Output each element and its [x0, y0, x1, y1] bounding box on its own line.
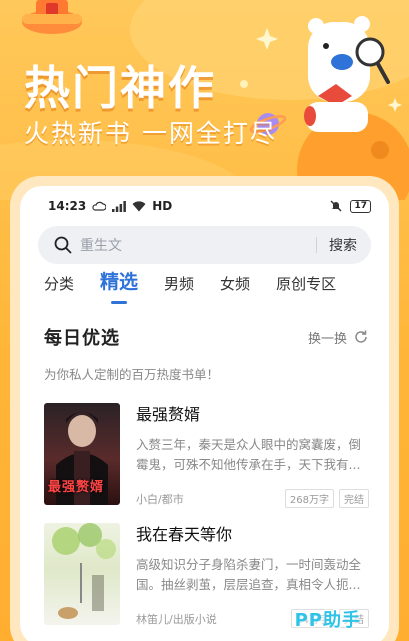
status-bar: 14:23 HD 17 [20, 186, 389, 226]
book-title[interactable]: 最强赘婿 [136, 401, 369, 425]
status-time: 14:23 [48, 199, 87, 213]
phone-frame: 14:23 HD 17 重生文 搜索 分类 精选 男频 女频 原创专区 每日优选… [10, 176, 399, 641]
section-subtitle: 为你私人定制的百万热度书单！ [44, 367, 220, 382]
phone-screen: 14:23 HD 17 重生文 搜索 分类 精选 男频 女频 原创专区 每日优选… [20, 186, 389, 641]
book-title[interactable]: 我在春天等你 [136, 521, 369, 545]
status-tag: 完结 [339, 489, 369, 508]
tab-male[interactable]: 男频 [164, 273, 194, 304]
book-cover[interactable]: 最强赘婿 [44, 403, 120, 505]
network-label: HD [152, 199, 173, 213]
book-author: 小白/都市 [136, 492, 184, 506]
section-title: 每日优选 [44, 328, 120, 349]
watermark-logo: PP助手 [294, 610, 361, 631]
signal-icon [112, 200, 127, 212]
search-button[interactable]: 搜索 [329, 235, 357, 255]
refresh-label: 换一换 [307, 331, 347, 347]
book-box-icon [22, 0, 82, 34]
tab-featured[interactable]: 精选 [100, 267, 138, 304]
book-item[interactable]: 我在春天等你 高级知识分子身陷杀妻门，一时间轰动全国。抽丝剥茧，层层追查，真相令… [20, 503, 389, 628]
daily-picks-header: 每日优选 换一换 [20, 304, 389, 350]
search-bar[interactable]: 重生文 搜索 [38, 226, 371, 264]
silent-icon [330, 200, 342, 212]
tab-original[interactable]: 原创专区 [276, 273, 336, 304]
tab-female[interactable]: 女频 [220, 273, 250, 304]
hero-title: 热门神作 [24, 61, 216, 115]
search-divider [316, 237, 317, 253]
tab-category[interactable]: 分类 [44, 273, 74, 304]
hero-subtitle: 火热新书 一网全打尽 [24, 119, 277, 148]
book-description: 高级知识分子身陷杀妻门，一时间轰动全国。抽丝剥茧，层层追查，真相令人扼... [136, 557, 362, 592]
hero-banner: 热门神作 火热新书 一网全打尽 [0, 0, 409, 200]
search-icon [54, 236, 72, 254]
cloud-icon [92, 201, 107, 211]
search-input[interactable]: 重生文 [80, 235, 316, 255]
word-count-tag: 268万字 [284, 489, 334, 508]
refresh-button[interactable]: 换一换 [308, 328, 369, 347]
category-tabs: 分类 精选 男频 女频 原创专区 [20, 264, 389, 304]
book-item[interactable]: 最强赘婿 最强赘婿 入赘三年，秦天是众人眼中的窝囊废，倒霉鬼，可殊不知他传承在手… [20, 383, 389, 508]
cover-title: 最强赘婿 [48, 480, 105, 495]
book-cover[interactable] [44, 523, 120, 625]
wifi-icon [132, 200, 146, 211]
book-author: 林笛儿/出版小说 [136, 612, 217, 626]
book-description: 入赘三年，秦天是众人眼中的窝囊废，倒霉鬼，可殊不知他传承在手，天下我有... [136, 437, 362, 472]
refresh-icon [355, 330, 367, 343]
battery-icon: 17 [350, 199, 371, 213]
